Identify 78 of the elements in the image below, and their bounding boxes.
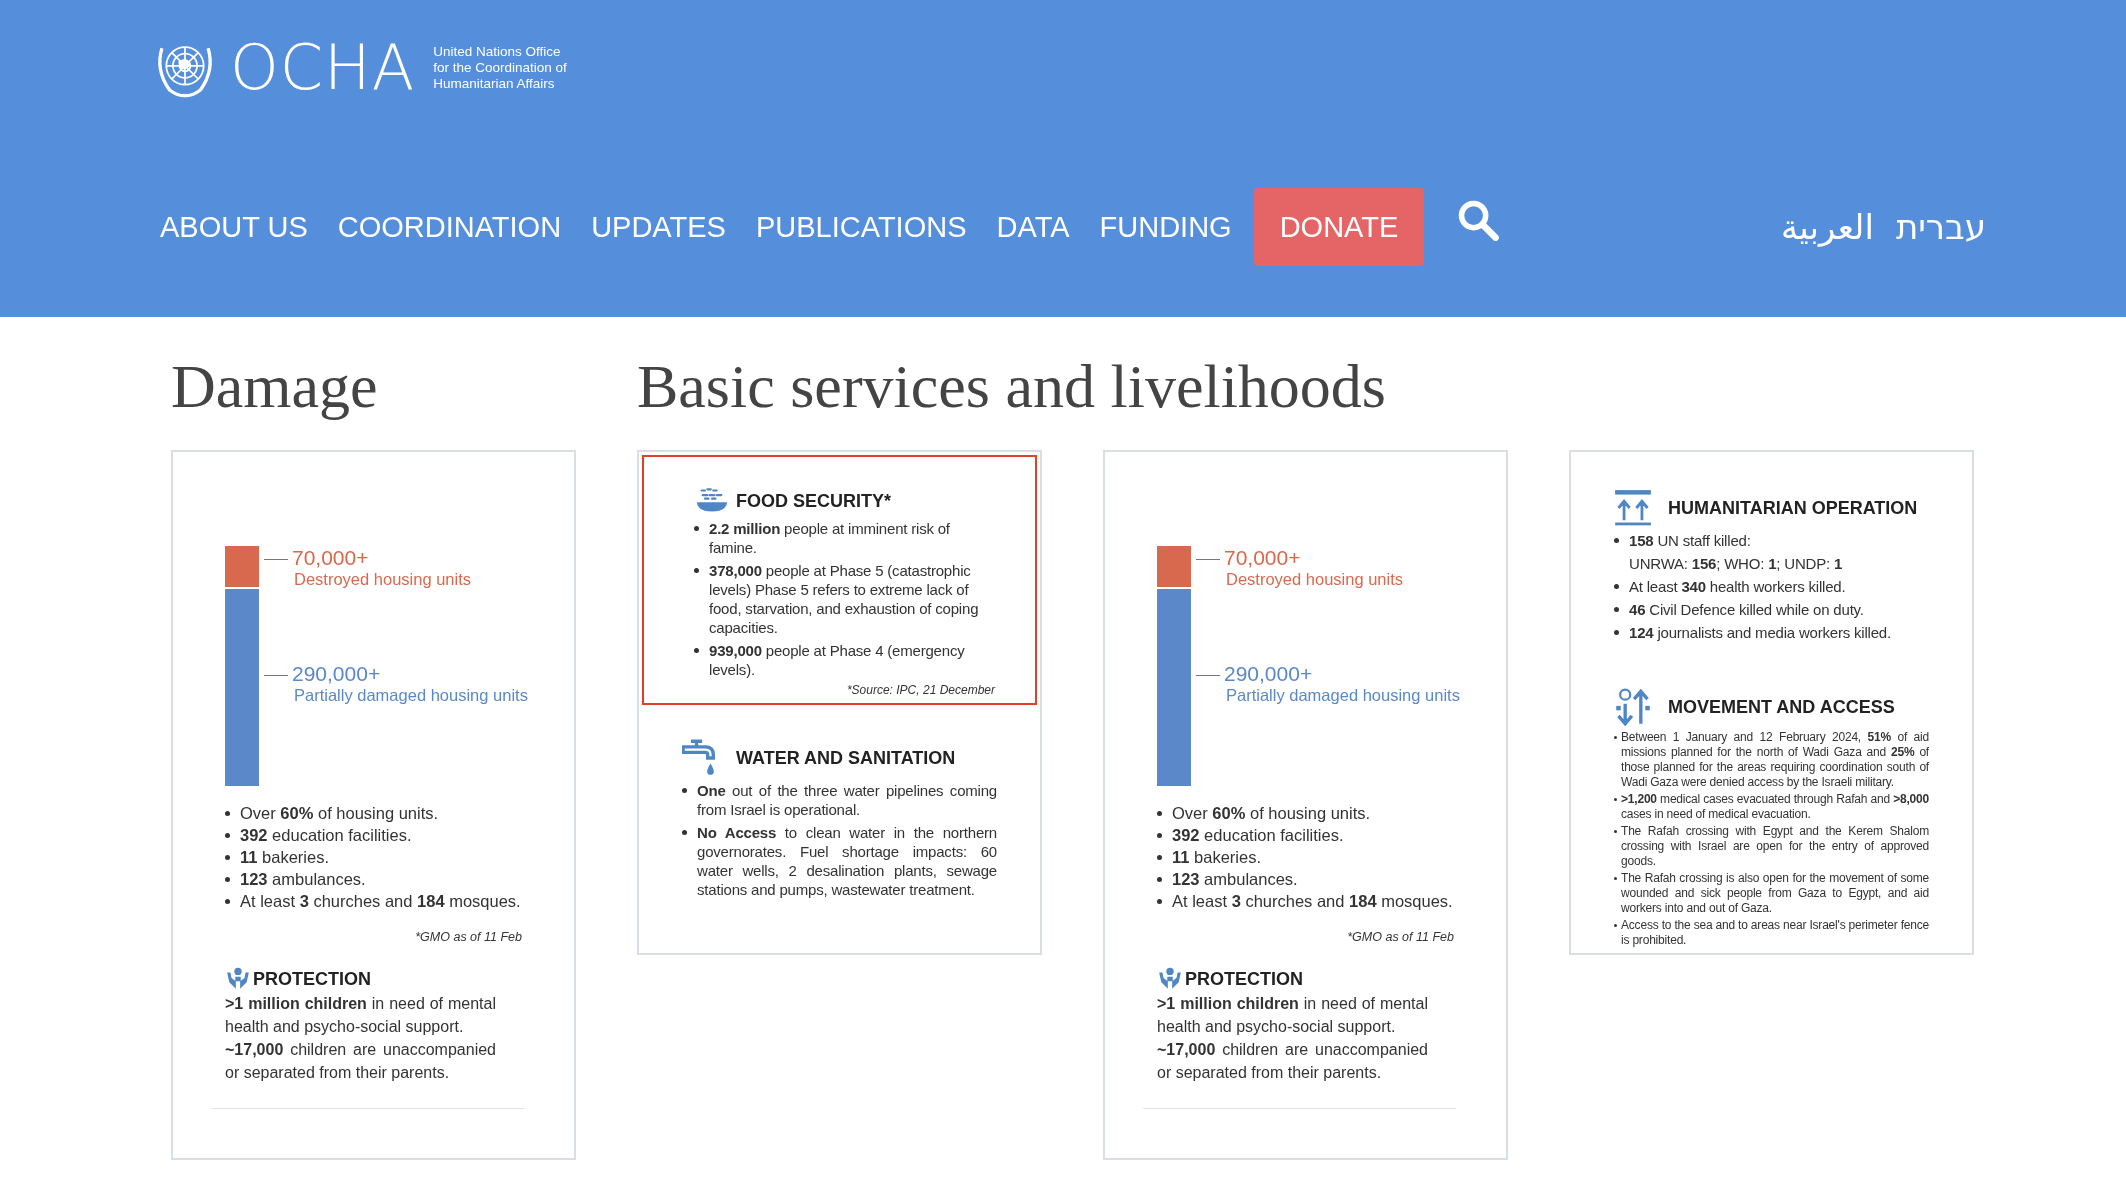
language-link[interactable]: עברית (1895, 207, 1986, 247)
paragraph: ~17,000 children are unaccompanied or separated from their parents. (1157, 1040, 1429, 1083)
item-text: UNRWA: 156; WHO: 1; UNDP: 1 (1629, 554, 1843, 573)
source-note: *GMO as of 11 Feb (414, 930, 523, 944)
language-link[interactable]: العربية (1781, 207, 1874, 247)
item-text: The Rafah crossing with Egypt and the Kerem Shalom crossing with Israel are open for the entry of approved goods. (1621, 824, 1929, 869)
fact-text: Over 60% of housing units. (240, 803, 439, 824)
paragraph: ~17,000 children are unaccompanied or separated from their parents. (225, 1040, 497, 1083)
logo-tagline: United Nations Office (433, 44, 562, 60)
item-text: Between 1 January and 12 February 2024, 51% of aid missions planned for the north of Wadi Gaza and 25% of those planned for the areas requiring coordination south of Wadi Gaza were denied access by the Israeli military. (1621, 730, 1929, 790)
fact-text: Over 60% of housing units. (1172, 803, 1371, 824)
bullet-icon (225, 810, 230, 816)
block-title: FOOD SECURITY* (736, 490, 891, 512)
paragraph: >1 million children in need of mental health and psycho-social support. (225, 994, 497, 1037)
bullet-icon (1157, 898, 1162, 904)
item-text: 158 UN staff killed: (1629, 531, 1751, 550)
leader-line (264, 559, 288, 560)
item-text: 378,000 people at Phase 5 (catastrophic levels) Phase 5 refers to extreme lack of food, starvation, and exhaustion of coping capacities. (709, 561, 980, 637)
lock-arrows-icon (1614, 688, 1652, 726)
stat-value: 70,000+ (1224, 546, 1302, 570)
item-text: 939,000 people at Phase 4 (emergency levels). (709, 641, 966, 679)
bullet-icon (1157, 854, 1162, 860)
fact-text: 11 bakeries. (1172, 847, 1261, 868)
fact-text: At least 3 churches and 184 mosques. (1172, 891, 1453, 912)
section-title: Damage (171, 351, 379, 422)
block-title: PROTECTION (253, 968, 371, 990)
block-title: WATER AND SANITATION (736, 747, 956, 769)
block-title: HUMANITARIAN OPERATION (1668, 497, 1918, 519)
fact-text: 123 ambulances. (240, 869, 366, 890)
item-text: 46 Civil Defence killed while on duty. (1629, 600, 1864, 619)
stat-value: 290,000+ (292, 662, 382, 686)
upload-arrows-icon (1614, 489, 1652, 527)
item-text: One out of the three water pipelines coming from Israel is operational. (697, 781, 997, 819)
bullet-icon (1157, 832, 1162, 838)
stat-label: Partially damaged housing units (1226, 686, 1460, 705)
nav-link[interactable]: FUNDING (1099, 210, 1232, 244)
fact-text: At least 3 churches and 184 mosques. (240, 891, 521, 912)
bullet-icon (1157, 876, 1162, 882)
bullet-icon (225, 876, 230, 882)
block-title: PROTECTION (1185, 968, 1303, 990)
block-title: MOVEMENT AND ACCESS (1668, 696, 1895, 718)
stat-value: 290,000+ (1224, 662, 1314, 686)
item-text: At least 340 health workers killed. (1629, 577, 1846, 596)
fact-text: 11 bakeries. (240, 847, 329, 868)
stat-label: Partially damaged housing units (294, 686, 528, 705)
stat-value: 70,000+ (292, 546, 370, 570)
fact-text: 392 education facilities. (1172, 825, 1344, 846)
donate-button[interactable]: DONATE (1253, 188, 1425, 266)
bullet-icon (225, 898, 230, 904)
leader-line (1196, 559, 1220, 560)
item-text: >1,200 medical cases evacuated through Rafah and >8,000 cases in need of medical evacuation. (1621, 792, 1929, 822)
logo-tagline: Humanitarian Affairs (433, 76, 556, 92)
item-text: The Rafah crossing is also open for the movement of some wounded and sick people from Gaza to Egypt, and aid workers into and out of Gaza. (1621, 871, 1929, 916)
paragraph: >1 million children in need of mental health and psycho-social support. (1157, 994, 1429, 1037)
fact-text: 392 education facilities. (240, 825, 412, 846)
nav-link[interactable]: DATA (996, 210, 1070, 244)
source-note: *Source: IPC, 21 December (845, 683, 995, 697)
bullet-icon (1157, 810, 1162, 816)
nav-link[interactable]: ABOUT US (160, 210, 308, 244)
leader-line (264, 675, 288, 676)
stat-label: Destroyed housing units (1226, 570, 1404, 589)
fact-text: 123 ambulances. (1172, 869, 1298, 890)
item-text: Access to the sea and to areas near Israel's perimeter fence is prohibited. (1621, 918, 1929, 948)
bullet-icon (225, 832, 230, 838)
logo-wordmark[interactable]: OCHA (230, 37, 416, 99)
item-text: 124 journalists and media workers killed. (1629, 623, 1891, 642)
nav-link[interactable]: PUBLICATIONS (755, 210, 967, 244)
search-icon[interactable] (1456, 198, 1501, 242)
nav-link[interactable]: UPDATES (591, 210, 726, 244)
section-title: Basic services and livelihoods (637, 351, 1387, 422)
nav-link[interactable]: COORDINATION (337, 210, 562, 244)
leader-line (1196, 675, 1220, 676)
stat-label: Destroyed housing units (294, 570, 472, 589)
logo-tagline: for the Coordination of (433, 60, 567, 76)
item-text: No Access to clean water in the northern governorates. Fuel shortage impacts: 60 water wells, 2 desalination plants, sewage stations and pumps, wastewater treatment. (697, 823, 997, 899)
item-text: 2.2 million people at imminent risk of famine. (709, 519, 951, 557)
bullet-icon (225, 854, 230, 860)
source-note: *GMO as of 11 Feb (1346, 930, 1455, 944)
